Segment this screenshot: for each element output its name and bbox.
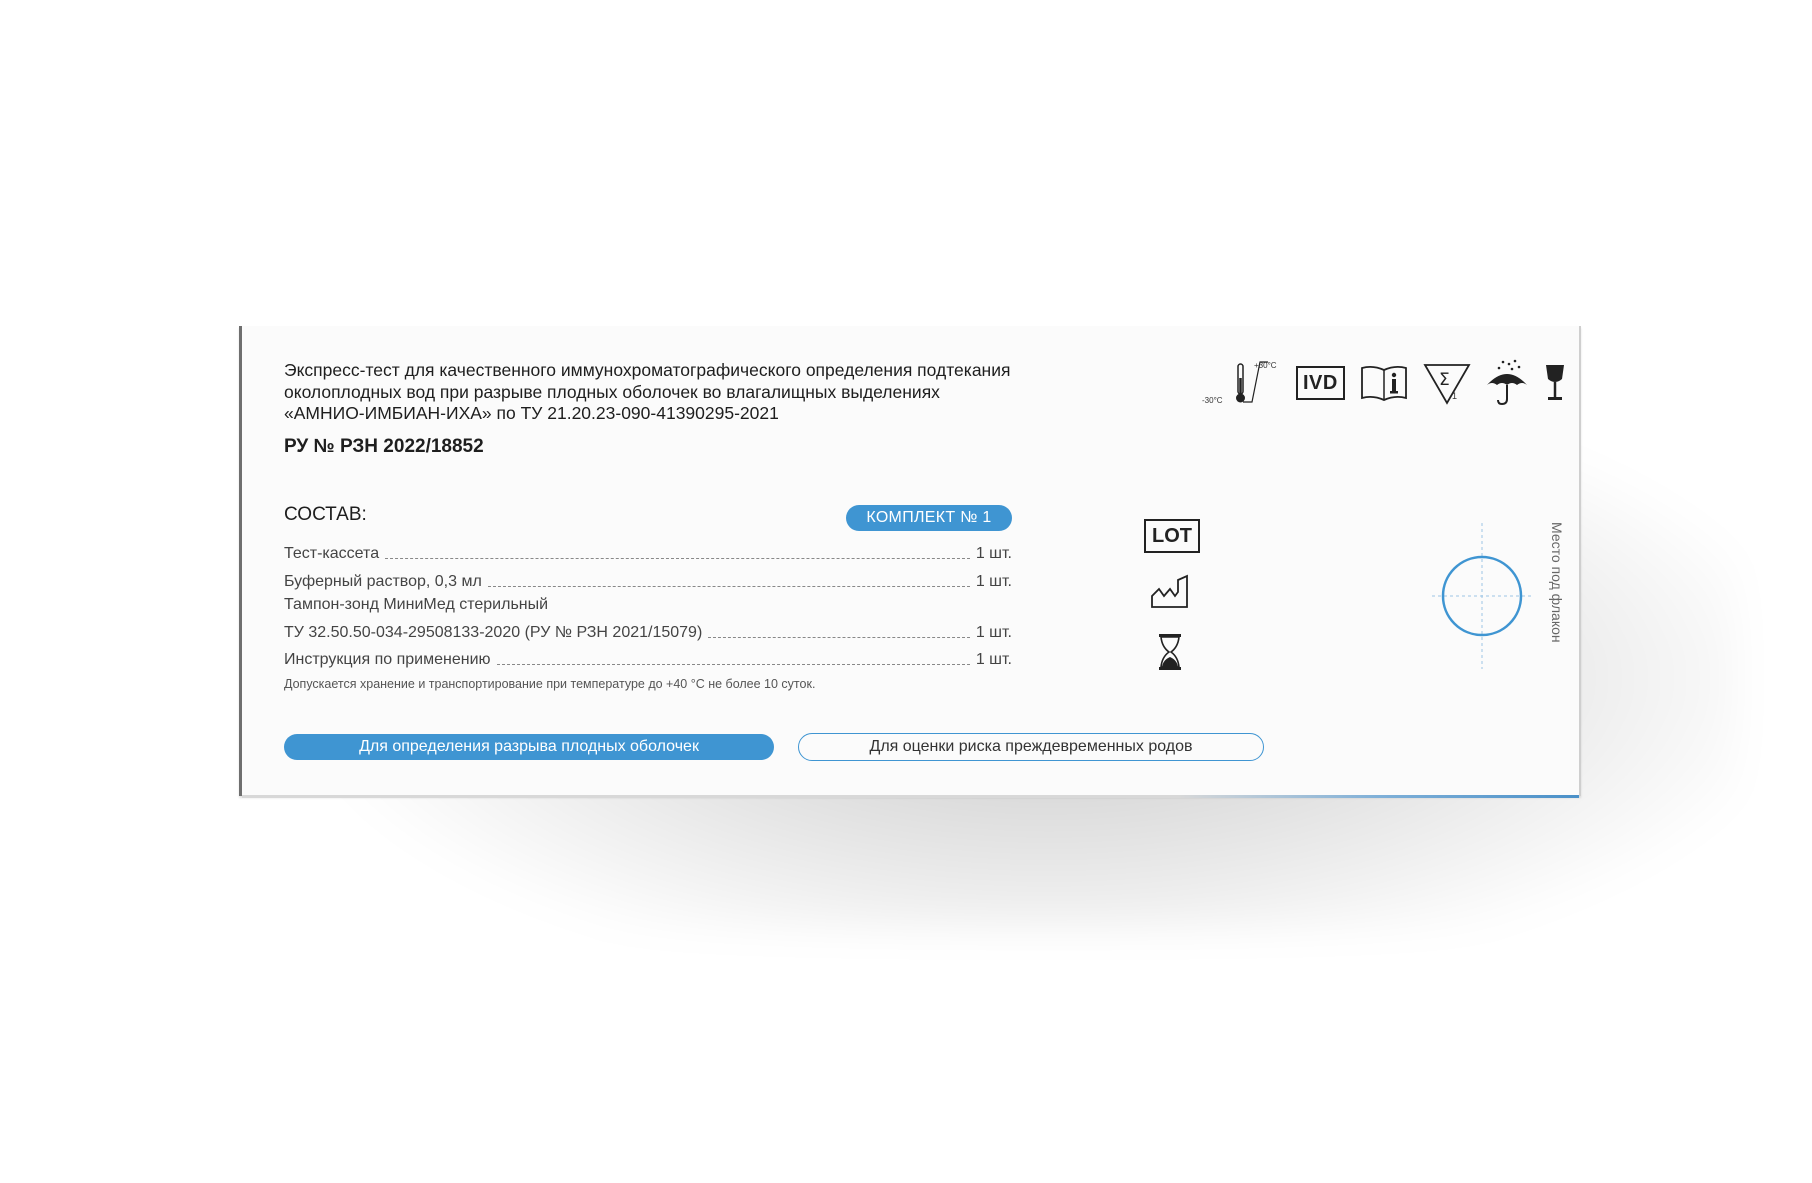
- dash-leader: [708, 637, 970, 638]
- composition-item-test-cassette: Тест-кассета 1 шт.: [284, 541, 1012, 563]
- title-line-2: околоплодных вод при разрыве плодных обо…: [284, 381, 940, 402]
- composition-item-instructions: Инструкция по применению 1 шт.: [284, 647, 1012, 669]
- item-quantity: 1 шт.: [975, 624, 1012, 641]
- item-label: Тест-кассета: [284, 545, 380, 562]
- ivd-icon: IVD: [1296, 366, 1345, 400]
- item-quantity: 1 шт.: [975, 573, 1012, 590]
- temp-low-label: -30°C: [1202, 396, 1223, 405]
- manufacture-date-icon: [1151, 574, 1188, 608]
- composition-heading: СОСТАВ:: [284, 504, 367, 525]
- expiry-hourglass-icon: [1159, 634, 1181, 670]
- composition-item-swab-title: Тампон-зонд МиниМед стерильный: [284, 596, 549, 613]
- vial-placement-target: [1432, 523, 1532, 669]
- registration-number: РУ № РЗН 2022/18852: [284, 436, 484, 457]
- keep-dry-umbrella-icon: [1486, 359, 1527, 406]
- sigma-symbol: Σ: [1439, 370, 1450, 390]
- composition-item-swab: ТУ 32.50.50-034-29508133-2020 (РУ № РЗН …: [284, 620, 1012, 642]
- item-quantity: 1 шт.: [975, 545, 1012, 562]
- temp-high-label: +30°C: [1254, 361, 1277, 370]
- sigma-count: 1: [1452, 391, 1457, 401]
- dash-leader: [487, 586, 970, 587]
- dash-leader: [496, 664, 970, 665]
- temperature-limit-icon: -30°C +30°C: [1202, 361, 1277, 405]
- sigma-tests-count-icon: Σ 1: [1423, 364, 1471, 405]
- dash-leader: [385, 558, 970, 559]
- item-label: ТУ 32.50.50-034-29508133-2020 (РУ № РЗН …: [284, 624, 703, 641]
- item-label: Инструкция по применению: [284, 651, 491, 668]
- title-line-3: «АМНИО-ИМБИАН-ИХА» по ТУ 21.20.23-090-41…: [284, 403, 779, 423]
- lot-icon: LOT: [1144, 519, 1200, 553]
- preterm-risk-label: Для оценки риска преждевременных родов: [798, 733, 1264, 761]
- item-label: Буферный раствор, 0,3 мл: [284, 573, 482, 590]
- rupture-detection-label: Для определения разрыва плодных оболочек: [284, 734, 774, 760]
- product-title: Экспресс-тест для качественного иммунохр…: [284, 360, 1184, 425]
- consult-instructions-icon: [1360, 365, 1407, 401]
- composition-item-buffer: Буферный раствор, 0,3 мл 1 шт.: [284, 569, 1012, 591]
- title-line-1: Экспресс-тест для качественного иммунохр…: [284, 360, 1011, 380]
- storage-note: Допускается хранение и транспортирование…: [284, 677, 816, 691]
- package-side: Экспресс-тест для качественного иммунохр…: [239, 326, 1581, 798]
- label-symbols: -30°C +30°C IVD Σ 1: [1202, 356, 1567, 410]
- fragile-glass-icon: [1545, 365, 1564, 400]
- kit-number-badge: КОМПЛЕКТ № 1: [846, 505, 1012, 531]
- vial-place-label: Место под флакон: [1549, 522, 1565, 643]
- item-quantity: 1 шт.: [975, 651, 1012, 668]
